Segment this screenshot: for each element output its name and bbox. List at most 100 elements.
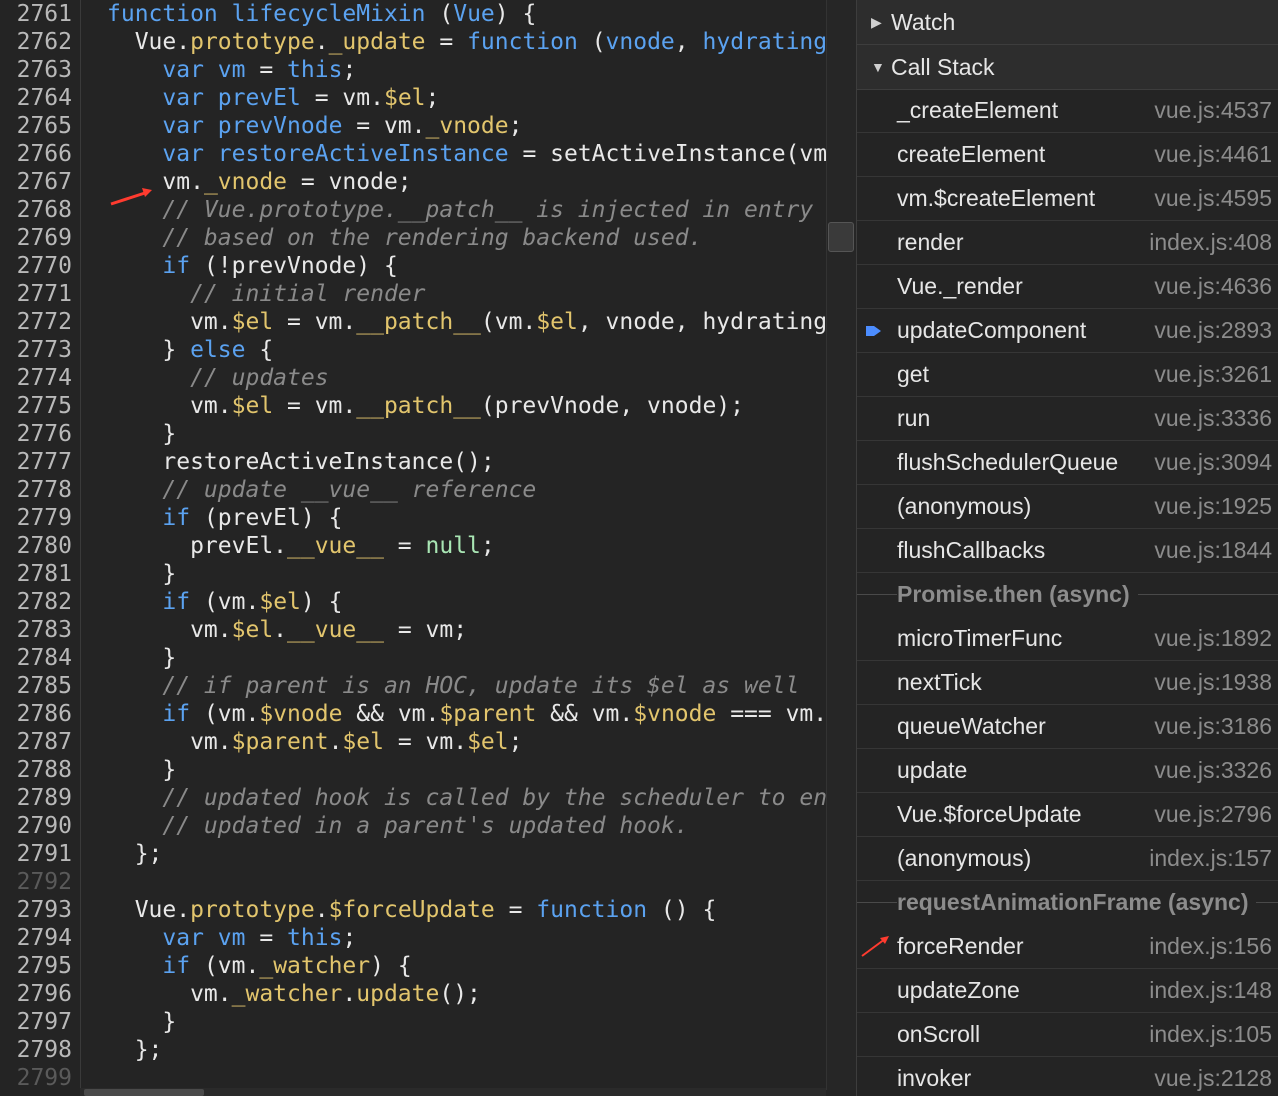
frame-source-location[interactable]: vue.js:4537	[1154, 89, 1272, 132]
frame-source-location[interactable]: vue.js:2893	[1154, 309, 1272, 352]
frame-source-location[interactable]: vue.js:1938	[1154, 661, 1272, 704]
frame-source-location[interactable]: index.js:105	[1149, 1013, 1272, 1056]
frame-source-location[interactable]: vue.js:1892	[1154, 617, 1272, 660]
line-number[interactable]: 2782	[0, 588, 72, 616]
code-line: if (vm.$el) {	[107, 588, 342, 616]
line-number[interactable]: 2799	[0, 1064, 72, 1092]
call-stack-frame[interactable]: microTimerFunc vue.js:1892	[857, 617, 1278, 661]
frame-source-location[interactable]: vue.js:4595	[1154, 177, 1272, 220]
call-stack-frame[interactable]: (anonymous) index.js:157	[857, 837, 1278, 881]
line-number-gutter[interactable]: 2761 2762 2763 2764 2765 2766 2767 2768 2769 2770…	[0, 0, 81, 1096]
frame-source-location[interactable]: vue.js:3094	[1154, 441, 1272, 484]
line-number[interactable]: 2767	[0, 168, 72, 196]
frame-source-location[interactable]: index.js:408	[1149, 221, 1272, 264]
call-stack-frame[interactable]: updateComponent vue.js:2893	[857, 309, 1278, 353]
call-stack-frame[interactable]: (anonymous) vue.js:1925	[857, 485, 1278, 529]
call-stack-frame[interactable]: run vue.js:3336	[857, 397, 1278, 441]
line-number[interactable]: 2796	[0, 980, 72, 1008]
line-number[interactable]: 2770	[0, 252, 72, 280]
line-number[interactable]: 2795	[0, 952, 72, 980]
call-stack-frame[interactable]: Vue._render vue.js:4636	[857, 265, 1278, 309]
call-stack-frame[interactable]: flushSchedulerQueue vue.js:3094	[857, 441, 1278, 485]
line-number[interactable]: 2798	[0, 1036, 72, 1064]
code-line: // Vue.prototype.__patch__ is injected i…	[107, 196, 813, 224]
code-token: =	[245, 925, 288, 951]
line-number[interactable]: 2792	[0, 868, 72, 896]
frame-source-location[interactable]: vue.js:3326	[1154, 749, 1272, 792]
line-number[interactable]: 2766	[0, 140, 72, 168]
frame-function-name: (anonymous)	[897, 845, 1032, 871]
call-stack-frame[interactable]: vm.$createElement vue.js:4595	[857, 177, 1278, 221]
line-number[interactable]: 2788	[0, 756, 72, 784]
call-stack-frame[interactable]: _createElement vue.js:4537	[857, 89, 1278, 133]
call-stack-frame[interactable]: queueWatcher vue.js:3186	[857, 705, 1278, 749]
line-number[interactable]: 2779	[0, 504, 72, 532]
editor-scrollbar-thumb[interactable]	[828, 222, 854, 252]
line-number[interactable]: 2771	[0, 280, 72, 308]
call-stack-frame[interactable]: nextTick vue.js:1938	[857, 661, 1278, 705]
call-stack-frame[interactable]: updateZone index.js:148	[857, 969, 1278, 1013]
line-number[interactable]: 2790	[0, 812, 72, 840]
frame-source-location[interactable]: vue.js:4461	[1154, 133, 1272, 176]
frame-source-location[interactable]: vue.js:4636	[1154, 265, 1272, 308]
line-number[interactable]: 2768	[0, 196, 72, 224]
line-number[interactable]: 2785	[0, 672, 72, 700]
line-number[interactable]: 2794	[0, 924, 72, 952]
call-stack-frame[interactable]: Vue.$forceUpdate vue.js:2796	[857, 793, 1278, 837]
code-token: $el	[231, 617, 274, 643]
line-number[interactable]: 2773	[0, 336, 72, 364]
call-stack-frame[interactable]: render index.js:408	[857, 221, 1278, 265]
line-number[interactable]: 2765	[0, 112, 72, 140]
line-number[interactable]: 2777	[0, 448, 72, 476]
line-number[interactable]: 2789	[0, 784, 72, 812]
line-number[interactable]: 2786	[0, 700, 72, 728]
call-stack-frame[interactable]: update vue.js:3326	[857, 749, 1278, 793]
code-token: prototype	[190, 897, 315, 923]
frame-source-location[interactable]: vue.js:2796	[1154, 793, 1272, 836]
line-number[interactable]: 2780	[0, 532, 72, 560]
frame-source-location[interactable]: vue.js:1925	[1154, 485, 1272, 528]
frame-source-location[interactable]: index.js:156	[1149, 925, 1272, 968]
line-number[interactable]: 2772	[0, 308, 72, 336]
call-stack-frame[interactable]: forceRender index.js:156	[857, 925, 1278, 969]
frame-source-location[interactable]: index.js:148	[1149, 969, 1272, 1012]
line-number[interactable]: 2784	[0, 644, 72, 672]
frame-source-location[interactable]: vue.js:1844	[1154, 529, 1272, 572]
line-number[interactable]: 2787	[0, 728, 72, 756]
frame-source-location[interactable]: vue.js:3336	[1154, 397, 1272, 440]
call-stack-frame[interactable]: createElement vue.js:4461	[857, 133, 1278, 177]
line-number[interactable]: 2781	[0, 560, 72, 588]
line-number[interactable]: 2793	[0, 896, 72, 924]
call-stack-frame[interactable]: invoker vue.js:2128	[857, 1057, 1278, 1096]
code-area[interactable]: function lifecycleMixin (Vue) { Vue.prot…	[107, 0, 856, 1096]
call-stack-section-header[interactable]: ▼ Call Stack	[857, 45, 1278, 90]
watch-section-header[interactable]: ▶ Watch	[857, 0, 1278, 45]
code-token: .	[314, 29, 329, 55]
line-number[interactable]: 2762	[0, 28, 72, 56]
call-stack-frame[interactable]: flushCallbacks vue.js:1844	[857, 529, 1278, 573]
line-number[interactable]: 2764	[0, 84, 72, 112]
code-token: }	[107, 337, 191, 363]
line-number[interactable]: 2778	[0, 476, 72, 504]
call-stack-frame[interactable]: onScroll index.js:105	[857, 1013, 1278, 1057]
line-number[interactable]: 2791	[0, 840, 72, 868]
line-number[interactable]: 2761	[0, 0, 72, 28]
line-number[interactable]: 2797	[0, 1008, 72, 1036]
frame-source-location[interactable]: index.js:157	[1149, 837, 1272, 880]
code-token: vm.	[107, 617, 232, 643]
source-editor[interactable]: 2761 2762 2763 2764 2765 2766 2767 2768 2769 2770…	[0, 0, 856, 1096]
call-stack-frame[interactable]: get vue.js:3261	[857, 353, 1278, 397]
frame-source-location[interactable]: vue.js:3261	[1154, 353, 1272, 396]
code-token: $el	[467, 729, 509, 755]
line-number[interactable]: 2776	[0, 420, 72, 448]
line-number[interactable]: 2763	[0, 56, 72, 84]
line-number[interactable]: 2774	[0, 364, 72, 392]
frame-source-location[interactable]: vue.js:2128	[1154, 1057, 1272, 1096]
editor-vertical-scrollbar[interactable]	[826, 0, 856, 1090]
editor-horizontal-scrollbar-thumb[interactable]	[84, 1089, 204, 1096]
frame-source-location[interactable]: vue.js:3186	[1154, 705, 1272, 748]
line-number[interactable]: 2783	[0, 616, 72, 644]
line-number[interactable]: 2769	[0, 224, 72, 252]
line-number[interactable]: 2775	[0, 392, 72, 420]
